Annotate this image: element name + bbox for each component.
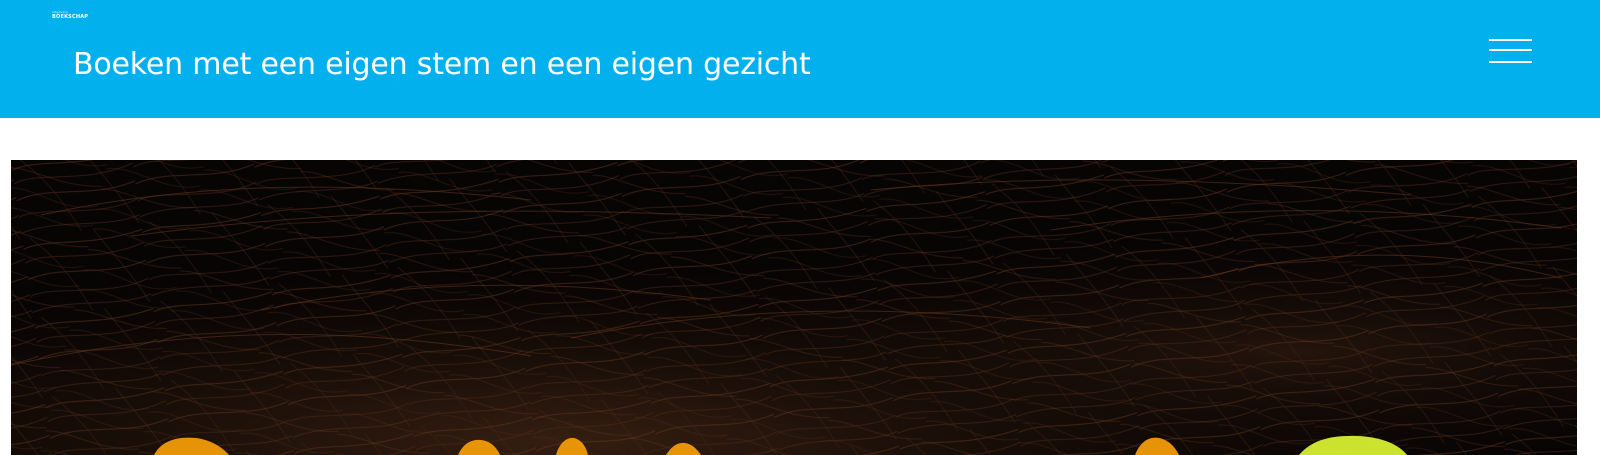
menu-line-middle — [1489, 49, 1532, 51]
logo-top-text: uitgeverij — [52, 10, 69, 14]
logo-main-text: BOEKSCHAP — [52, 14, 89, 20]
hero-texture-image — [11, 160, 1577, 455]
menu-line-bottom — [1489, 61, 1532, 63]
menu-line-top — [1489, 39, 1532, 41]
hero-image — [11, 160, 1577, 455]
hamburger-menu-icon[interactable] — [1486, 36, 1534, 68]
site-tagline: Boeken met een eigen stem en een eigen g… — [73, 47, 811, 82]
site-logo[interactable]: uitgeverij BOEKSCHAP — [52, 10, 89, 20]
site-header: uitgeverij BOEKSCHAP Boeken met een eige… — [0, 0, 1600, 118]
